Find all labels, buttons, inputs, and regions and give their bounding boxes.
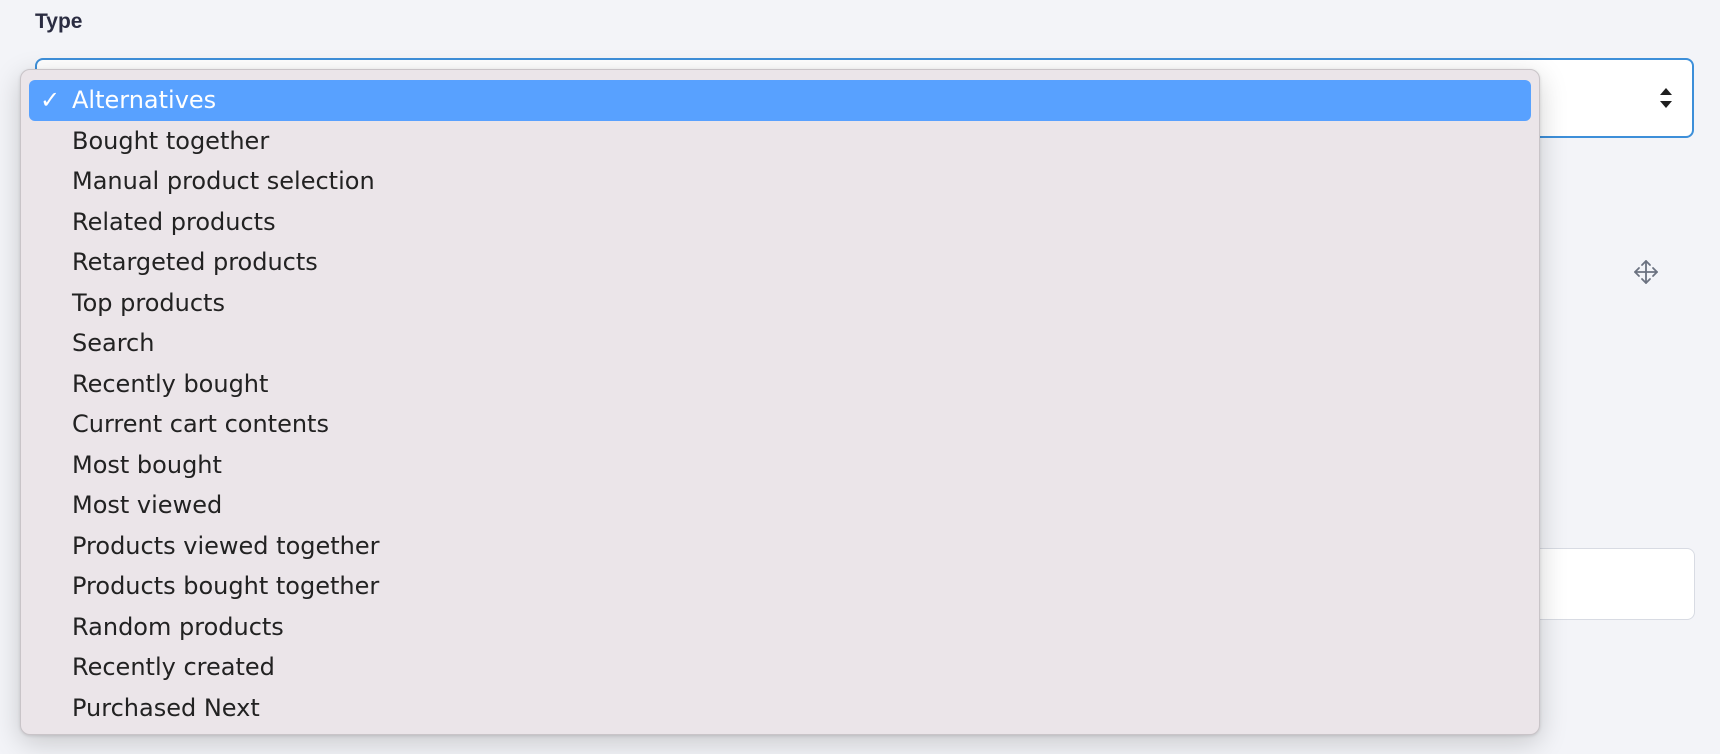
dropdown-option[interactable]: Top products [29,283,1531,324]
dropdown-option[interactable]: Retargeted products [29,242,1531,283]
dropdown-option[interactable]: Current cart contents [29,404,1531,445]
dropdown-option-label: Products bought together [72,572,380,600]
dropdown-option-label: Alternatives [72,86,217,114]
sort-arrows-icon [1660,88,1672,108]
dropdown-option-label: Purchased Next [72,693,260,722]
dropdown-option-label: Products viewed together [72,531,380,560]
dropdown-option-label: Random products [72,612,284,641]
dropdown-option[interactable]: Most bought [29,445,1531,486]
dropdown-option[interactable]: Products viewed together [29,526,1531,567]
dropdown-option[interactable]: Related products [29,202,1531,243]
dropdown-option-label: Related products [72,207,276,236]
dropdown-option[interactable]: Recently created [29,647,1531,688]
dropdown-option-label: Bought together [72,126,270,155]
type-field-label: Type [35,10,83,33]
dropdown-option-label: Current cart contents [72,410,329,438]
move-arrows-icon[interactable] [1633,259,1659,285]
dropdown-option-label: Search [72,329,155,357]
dropdown-option-label: Manual product selection [72,167,375,195]
dropdown-option[interactable]: Search [29,323,1531,364]
dropdown-option-label: Most viewed [72,491,223,519]
dropdown-option-label: Most bought [72,450,222,479]
dropdown-option[interactable]: ✓ Alternatives [29,80,1531,121]
type-dropdown-menu: ✓ Alternatives Bought together Manual produ… [20,69,1540,735]
dropdown-option-label: Retargeted products [72,248,318,276]
dropdown-option[interactable]: Random products [29,607,1531,648]
dropdown-option-label: Top products [72,288,225,317]
dropdown-option-label: Recently bought [72,369,269,398]
dropdown-option[interactable]: Manual product selection [29,161,1531,202]
dropdown-option[interactable]: Most viewed [29,485,1531,526]
dropdown-option[interactable]: Recently bought [29,364,1531,405]
checkmark-icon: ✓ [39,86,61,114]
dropdown-option[interactable]: Products bought together [29,566,1531,607]
page: Type ✓ Alternatives Bought together Manual … [0,0,1720,754]
dropdown-option[interactable]: Bought together [29,121,1531,162]
dropdown-option[interactable]: Purchased Next [29,688,1531,729]
dropdown-option-label: Recently created [72,653,275,681]
